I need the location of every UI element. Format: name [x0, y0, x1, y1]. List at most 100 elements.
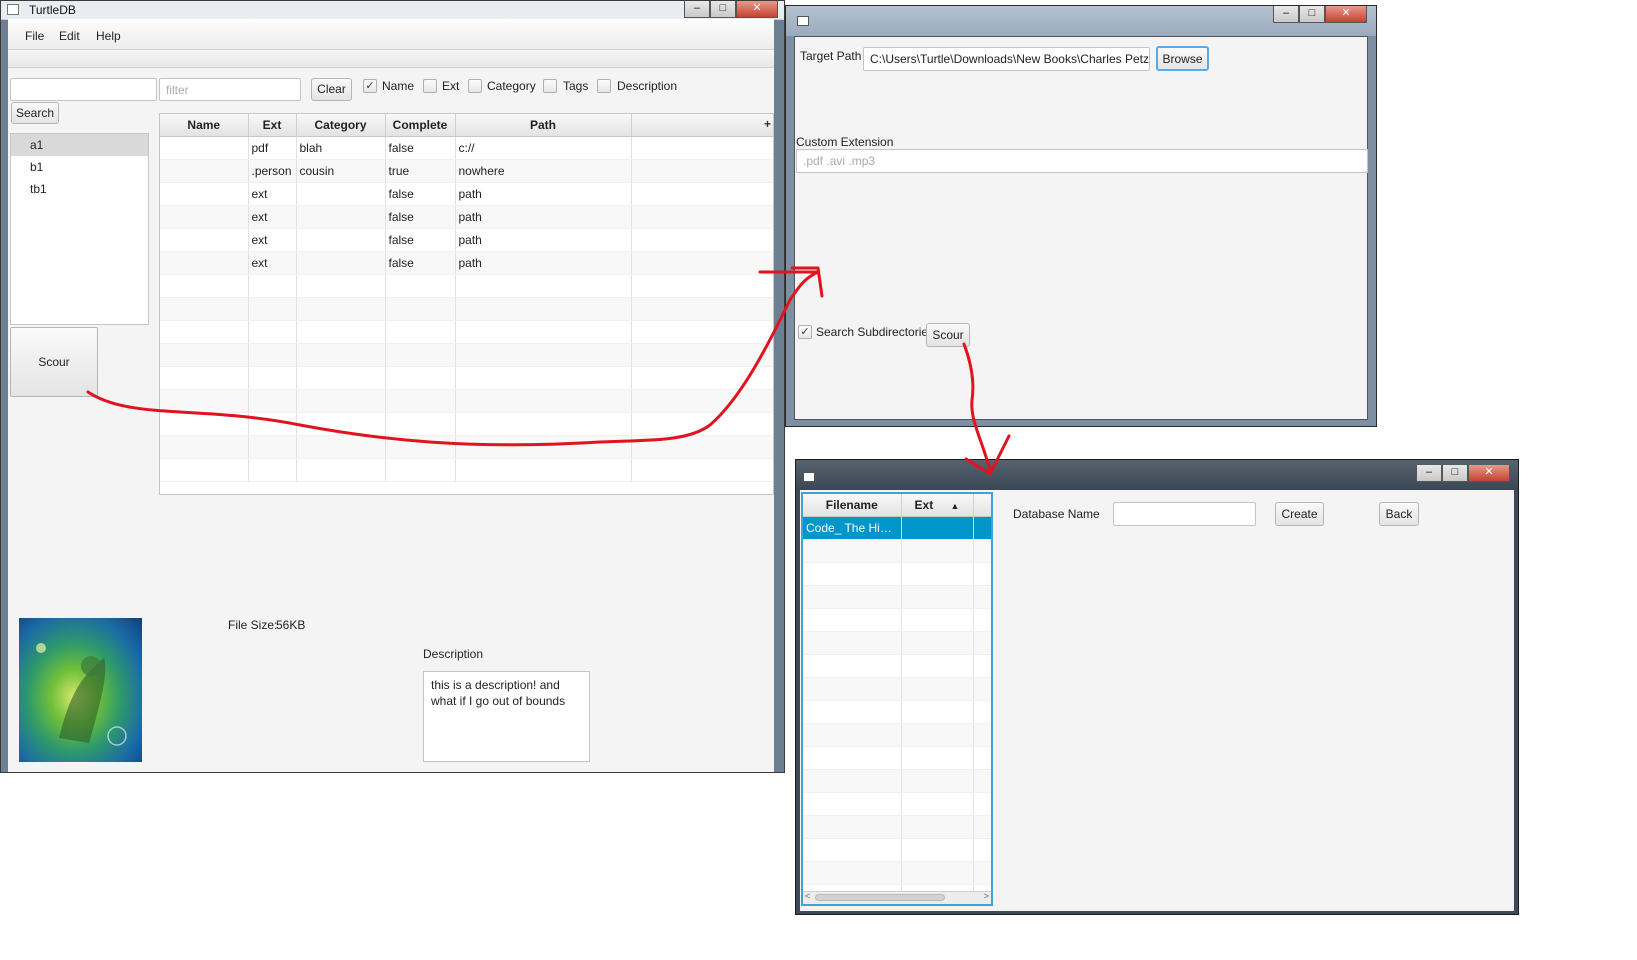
- create-titlebar: – □ ✕: [796, 460, 1518, 490]
- column-header-complete[interactable]: Complete: [385, 114, 456, 137]
- cell-complete: false: [385, 182, 456, 206]
- main-window-controls: – □ ✕: [684, 1, 778, 18]
- app-icon: [7, 4, 19, 15]
- list-item-a1[interactable]: a1: [11, 134, 148, 156]
- custom-extension-input[interactable]: .pdf .avi .mp3: [796, 149, 1368, 173]
- create-content: Filename Ext ▲ Code_ The Hidd... < > Dat…: [800, 490, 1514, 911]
- database-name-input[interactable]: [1113, 502, 1256, 526]
- cell-category: [296, 251, 386, 275]
- create-window-controls: – □ ✕: [1416, 465, 1510, 482]
- table-row[interactable]: .person cousin true nowhere: [160, 159, 773, 183]
- cell-complete: false: [385, 228, 456, 252]
- filter-input[interactable]: filter: [159, 78, 301, 101]
- scroll-left-icon[interactable]: <: [805, 891, 810, 901]
- cell-complete: false: [385, 136, 456, 160]
- table-row[interactable]: pdf blah false c://: [160, 136, 773, 160]
- database-list[interactable]: a1 b1 tb1: [10, 133, 149, 325]
- filename-table-grid: Filename Ext ▲ Code_ The Hidd...: [803, 494, 991, 904]
- turtle-illustration-icon: [36, 643, 127, 746]
- name-checkbox[interactable]: ✓: [363, 79, 377, 93]
- menu-help[interactable]: Help: [96, 29, 121, 43]
- minimize-icon[interactable]: –: [684, 1, 710, 18]
- browse-button[interactable]: Browse: [1156, 46, 1209, 71]
- column-header-ext[interactable]: Ext ▲: [901, 494, 974, 517]
- horizontal-scrollbar[interactable]: < >: [803, 891, 991, 904]
- list-item-tb1[interactable]: tb1: [11, 178, 148, 200]
- table-row-empty: [803, 585, 991, 609]
- cell-filename: Code_ The Hidd...: [803, 516, 902, 540]
- table-row[interactable]: ext false path: [160, 251, 773, 275]
- column-header-path[interactable]: Path: [455, 114, 632, 137]
- filename-table[interactable]: Filename Ext ▲ Code_ The Hidd... < >: [801, 492, 993, 906]
- tags-checkbox[interactable]: [543, 79, 557, 93]
- table-row-empty: [803, 608, 991, 632]
- table-row-empty: [803, 700, 991, 724]
- scour-run-button[interactable]: Scour: [926, 323, 970, 347]
- window-icon: [797, 16, 809, 26]
- scour-window: – □ ✕ Target Path C:\Users\Turtle\Downlo…: [785, 5, 1377, 427]
- description-textarea[interactable]: this is a description! and what if I go …: [423, 671, 590, 762]
- search-subdirectories-label: Search Subdirectories: [816, 325, 935, 339]
- search-button[interactable]: Search: [11, 102, 59, 124]
- column-header-name[interactable]: Name: [160, 114, 249, 137]
- scour-content: Target Path C:\Users\Turtle\Downloads\Ne…: [794, 36, 1368, 420]
- maximize-icon[interactable]: □: [710, 1, 736, 18]
- column-header-filename[interactable]: Filename: [803, 494, 902, 517]
- scour-window-controls: – □ ✕: [1273, 6, 1367, 23]
- cell-ext: ext: [248, 228, 297, 252]
- column-header-category[interactable]: Category: [296, 114, 386, 137]
- table-row-empty: [803, 677, 991, 701]
- column-header-filler: [973, 494, 991, 517]
- scour-titlebar: – □ ✕: [786, 6, 1376, 36]
- close-icon[interactable]: ✕: [736, 1, 778, 18]
- column-menu-button[interactable]: +: [764, 117, 771, 131]
- scour-button[interactable]: Scour: [10, 327, 98, 397]
- close-icon[interactable]: ✕: [1468, 465, 1510, 482]
- column-header-ext[interactable]: Ext: [248, 114, 297, 137]
- table-row[interactable]: ext false path: [160, 205, 773, 229]
- table-row[interactable]: ext false path: [160, 182, 773, 206]
- table-row-empty: [160, 297, 773, 321]
- scrollbar-thumb[interactable]: [815, 894, 945, 901]
- cell-filler: [631, 228, 773, 252]
- menu-file[interactable]: File: [25, 29, 44, 43]
- create-button[interactable]: Create: [1275, 502, 1324, 526]
- table-row-empty: [803, 792, 991, 816]
- close-icon[interactable]: ✕: [1325, 6, 1367, 23]
- cell-name: [160, 182, 249, 206]
- file-table[interactable]: Name Ext Category Complete Path pdf blah…: [159, 113, 774, 495]
- table-row-empty: [803, 539, 991, 563]
- scroll-right-icon[interactable]: >: [984, 891, 989, 901]
- clear-button[interactable]: Clear: [311, 78, 352, 101]
- cell-filler: [631, 159, 773, 183]
- table-row[interactable]: ext false path: [160, 228, 773, 252]
- database-name-label: Database Name: [1013, 507, 1100, 521]
- table-row-empty: [160, 412, 773, 436]
- search-input[interactable]: [10, 78, 157, 101]
- main-window: TurtleDB – □ ✕ File Edit Help filter Cle…: [0, 0, 785, 773]
- description-checkbox[interactable]: [597, 79, 611, 93]
- table-row-empty: [160, 274, 773, 298]
- cell-path: path: [455, 182, 632, 206]
- cell-path: nowhere: [455, 159, 632, 183]
- category-filter-label: Category: [487, 79, 536, 93]
- cell-path: c://: [455, 136, 632, 160]
- cell-complete: false: [385, 251, 456, 275]
- cell-ext: [901, 516, 974, 540]
- maximize-icon[interactable]: □: [1299, 6, 1325, 23]
- minimize-icon[interactable]: –: [1273, 6, 1299, 23]
- cell-ext: ext: [248, 205, 297, 229]
- target-path-input[interactable]: C:\Users\Turtle\Downloads\New Books\Char…: [863, 47, 1150, 71]
- cell-filler: [631, 251, 773, 275]
- category-checkbox[interactable]: [468, 79, 482, 93]
- cell-path: path: [455, 228, 632, 252]
- ext-checkbox[interactable]: [423, 79, 437, 93]
- menu-edit[interactable]: Edit: [59, 29, 80, 43]
- list-item-b1[interactable]: b1: [11, 156, 148, 178]
- search-subdirectories-checkbox[interactable]: ✓: [798, 325, 812, 339]
- column-header-ext-label: Ext: [914, 498, 934, 512]
- maximize-icon[interactable]: □: [1442, 465, 1468, 482]
- back-button[interactable]: Back: [1379, 502, 1419, 526]
- table-row[interactable]: Code_ The Hidd...: [803, 516, 991, 540]
- minimize-icon[interactable]: –: [1416, 465, 1442, 482]
